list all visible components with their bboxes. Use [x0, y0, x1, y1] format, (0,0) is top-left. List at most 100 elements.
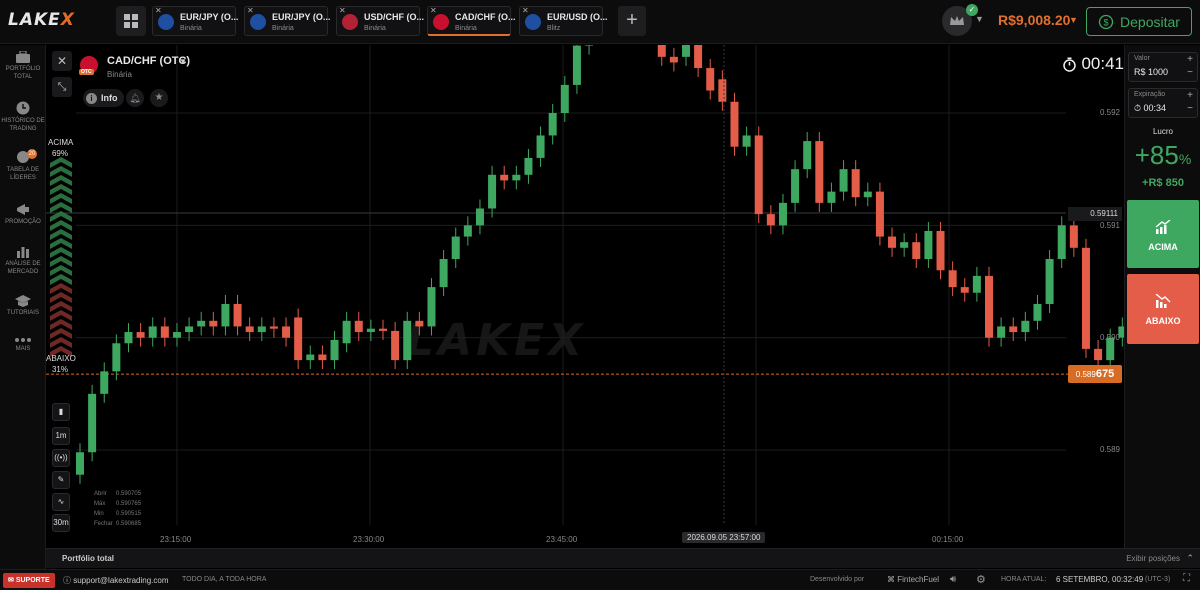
current-time-label: HORA ATUAL:	[1001, 576, 1047, 583]
logo[interactable]: LAKEX	[8, 10, 75, 30]
amount-field[interactable]: Valor R$ 1000 + −	[1128, 52, 1198, 82]
info-button[interactable]: i Info	[83, 89, 124, 107]
sidebar-item-leaderboard[interactable]: TABELA DE LÍDERES	[0, 151, 46, 182]
chevron-up-icon[interactable]: ⌃	[1186, 553, 1194, 564]
expiry-plus-button[interactable]: +	[1187, 90, 1193, 101]
indicators-button[interactable]: ((•))	[52, 449, 70, 467]
sidebar-item-label: HISTÓRICO DE TRADING	[1, 118, 45, 132]
amount-plus-button[interactable]: +	[1187, 54, 1193, 65]
draw-button[interactable]: ✎	[52, 471, 70, 489]
sound-icon[interactable]: 🔊︎	[950, 574, 956, 585]
add-tab-button[interactable]: +	[618, 6, 646, 36]
ohlc-close-label: Fechar	[94, 521, 113, 527]
favorite-button[interactable]: ★	[150, 89, 168, 107]
time-tick: 00:15:00	[932, 535, 964, 544]
gear-icon[interactable]: ⚙	[976, 573, 986, 586]
asset-tab[interactable]: ✕ EUR/USD (O... Blitz	[519, 6, 608, 36]
asset-tab[interactable]: ✕ EUR/JPY (O... Binária	[152, 6, 238, 36]
support-email[interactable]: ⓘ support@lakextrading.com	[63, 575, 169, 586]
candle-type-icon: ▮	[58, 407, 64, 416]
asset-tab[interactable]: ✕ EUR/JPY (O... Binária	[244, 6, 330, 36]
sidebar-item-promotion[interactable]: PROMOÇÃO	[0, 203, 46, 226]
smoothing-button[interactable]: ∿	[52, 493, 70, 511]
candle-body	[524, 157, 533, 175]
show-positions-link[interactable]: Exibir posições	[1126, 554, 1180, 563]
candle-body	[791, 169, 800, 203]
chevron-down-icon[interactable]: ▼	[1069, 15, 1078, 25]
support-button[interactable]: ✉ SUPORTE	[3, 573, 55, 588]
expiry-minus-button[interactable]: −	[1187, 103, 1193, 114]
chevron-down-icon[interactable]: ▼	[179, 57, 187, 66]
asset-name[interactable]: CAD/CHF (OTC)	[107, 55, 190, 67]
chevron-down-icon[interactable]: ▼	[975, 14, 984, 24]
candle-body	[948, 270, 957, 288]
candle-body	[815, 141, 824, 203]
tab-name: USD/CHF (O...	[364, 12, 424, 22]
svg-text:$: $	[1104, 17, 1109, 27]
candle-body	[1057, 225, 1066, 260]
down-button-label: ABAIXO	[1145, 316, 1181, 326]
close-tab-icon[interactable]: ✕	[430, 6, 437, 15]
candle-body	[221, 303, 230, 327]
expiry-value[interactable]: ⏱ 00:34	[1134, 103, 1166, 114]
portfolio-bar[interactable]: Portfólio total Exibir posições ⌃	[46, 548, 1200, 568]
down-button[interactable]: ABAIXO	[1127, 274, 1199, 344]
ohlc-open-label: Abrir	[94, 491, 107, 497]
trend-up-icon	[1155, 220, 1171, 234]
close-chart-button[interactable]: ✕	[52, 51, 72, 71]
star-icon: ★	[154, 92, 164, 103]
candle-body	[197, 320, 206, 327]
sidebar-item-more[interactable]: MAIS	[0, 337, 46, 353]
crosshair-time: 2026.09.05 23:57:00	[682, 532, 766, 543]
sidebar-item-portfolio[interactable]: PORTFÓLIO TOTAL	[0, 51, 46, 81]
candle-body	[124, 332, 133, 344]
up-button[interactable]: ACIMA	[1127, 200, 1199, 268]
wave-icon: ∿	[57, 497, 65, 506]
developer-name[interactable]: ⌘ FintechFuel	[887, 575, 939, 584]
fullscreen-icon[interactable]: ⛶	[1183, 573, 1190, 584]
candle-body	[827, 191, 836, 203]
sidebar-item-tutorials[interactable]: TUTORIAIS	[0, 295, 46, 317]
tab-type: Binária	[272, 25, 294, 32]
candle-body	[318, 354, 327, 361]
timeframe-button[interactable]: 1m	[52, 427, 70, 445]
chart-area[interactable]: LAKEX 🔔︎ ✕ ⤡ OTC CAD/CHF (OTC) ▼ Binária…	[46, 45, 1124, 548]
candle-body	[900, 242, 909, 248]
candle-body	[572, 45, 581, 85]
interval-button[interactable]: 30m	[52, 514, 70, 532]
alert-button[interactable]: 🔔︎	[126, 89, 144, 107]
candle-body	[439, 259, 448, 288]
expiry-field[interactable]: Expiração ⏱ 00:34 + −	[1128, 88, 1198, 118]
collapse-chart-button[interactable]: ⤡	[52, 77, 72, 97]
chart-type-button[interactable]: ▮	[52, 403, 70, 421]
flag-icon	[525, 14, 541, 30]
amount-value[interactable]: R$ 1000	[1134, 67, 1168, 77]
asset-tab[interactable]: ✕ CAD/CHF (O... Binária	[427, 6, 516, 36]
candle-body	[839, 169, 848, 192]
candle-body	[560, 84, 569, 113]
sentiment-down-percent: 31%	[51, 365, 68, 374]
account-balance[interactable]: R$9,008.20	[998, 12, 1070, 28]
asset-grid-button[interactable]	[116, 6, 146, 36]
time-tick: 23:15:00	[160, 535, 192, 544]
candle-body	[366, 328, 375, 333]
amount-minus-button[interactable]: −	[1187, 67, 1193, 78]
sidebar-item-history[interactable]: HISTÓRICO DE TRADING	[0, 101, 46, 133]
close-tab-icon[interactable]: ✕	[522, 6, 529, 15]
portfolio-title: Portfólio total	[62, 554, 114, 563]
candle-body	[1021, 320, 1030, 333]
amount-caption: Valor	[1134, 55, 1150, 62]
candle-body	[669, 56, 678, 63]
price-chart[interactable]: 🔔︎	[46, 45, 1124, 548]
deposit-button[interactable]: $ Depositar	[1086, 7, 1192, 36]
close-tab-icon[interactable]: ✕	[339, 6, 346, 15]
profit-percent: +85%	[1125, 140, 1200, 171]
close-tab-icon[interactable]: ✕	[155, 6, 162, 15]
flag-icon	[433, 14, 449, 30]
support-hours: TODO DIA, A TODA HORA	[182, 576, 267, 583]
asset-tab[interactable]: ✕ USD/CHF (O... Binária	[336, 6, 424, 36]
current-price-suffix: 675	[1095, 368, 1115, 380]
sidebar-item-analysis[interactable]: ANÁLISE DE MERCADO	[0, 245, 46, 276]
close-tab-icon[interactable]: ✕	[247, 6, 254, 15]
clock-icon	[16, 101, 30, 115]
